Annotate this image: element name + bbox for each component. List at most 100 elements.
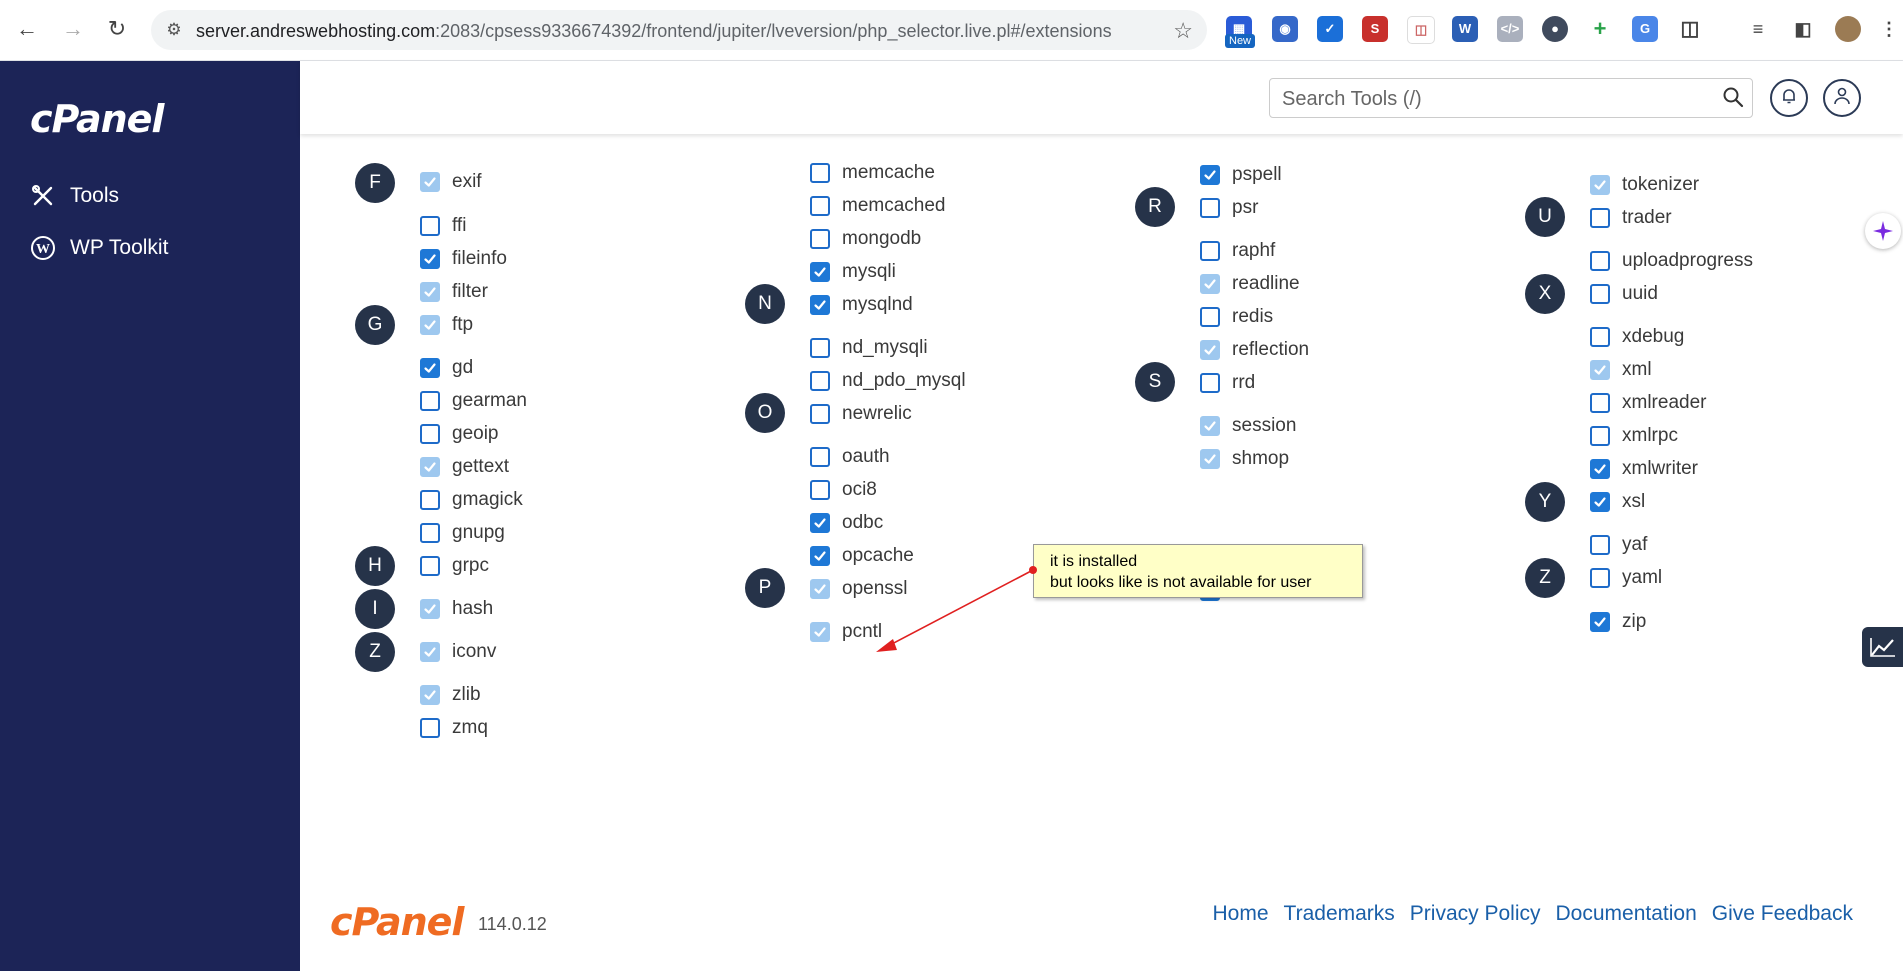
extension-uuid[interactable]: uuid [1590, 281, 1658, 307]
extension-odbc[interactable]: odbc [810, 510, 883, 536]
extension-checkbox[interactable] [1200, 198, 1220, 218]
word-extension-icon[interactable]: W [1452, 16, 1478, 42]
extension-xmlreader[interactable]: xmlreader [1590, 390, 1706, 416]
reload-icon[interactable]: ↻ [102, 14, 132, 44]
extension-gmagick[interactable]: gmagick [420, 487, 523, 513]
forward-icon[interactable]: → [58, 14, 88, 44]
extension-fileinfo[interactable]: fileinfo [420, 246, 507, 272]
extension-psr[interactable]: psr [1200, 195, 1258, 221]
extension-checkbox[interactable] [1200, 373, 1220, 393]
extension-checkbox[interactable] [810, 229, 830, 249]
extension-checkbox[interactable] [420, 249, 440, 269]
profile-avatar[interactable] [1835, 16, 1861, 42]
extension-gnupg[interactable]: gnupg [420, 520, 505, 546]
extension-grpc[interactable]: grpc [420, 553, 489, 579]
extension-nd-mysqli[interactable]: nd_mysqli [810, 335, 928, 361]
footer-link-trademarks[interactable]: Trademarks [1284, 902, 1395, 926]
extension-ffi[interactable]: ffi [420, 213, 466, 239]
extension-checkbox[interactable] [1590, 492, 1610, 512]
search-input[interactable] [1280, 85, 1704, 113]
extension-checkbox[interactable] [1590, 568, 1610, 588]
extension-checkbox[interactable] [1200, 165, 1220, 185]
back-icon[interactable]: ← [12, 14, 42, 44]
extension-checkbox[interactable] [420, 391, 440, 411]
extension-gearman[interactable]: gearman [420, 388, 527, 414]
extension-mysqli[interactable]: mysqli [810, 259, 896, 285]
extension-oauth[interactable]: oauth [810, 444, 890, 470]
extension-checkbox[interactable] [1590, 251, 1610, 271]
extension-trader[interactable]: trader [1590, 205, 1672, 231]
extension-checkbox[interactable] [810, 447, 830, 467]
bookmark-star-icon[interactable]: ☆ [1173, 18, 1193, 44]
url-text[interactable]: server.andreswebhosting.com:2083/cpsess9… [196, 21, 1112, 42]
extension-zip[interactable]: zip [1590, 609, 1646, 635]
extension-checkbox[interactable] [420, 523, 440, 543]
extension-checkbox[interactable] [810, 196, 830, 216]
footer-link-documentation[interactable]: Documentation [1556, 902, 1697, 926]
extension-geoip[interactable]: geoip [420, 421, 499, 447]
plus-extension-icon[interactable]: + [1587, 16, 1613, 42]
extension-uploadprogress[interactable]: uploadprogress [1590, 248, 1753, 274]
extension-xdebug[interactable]: xdebug [1590, 324, 1684, 350]
extension-pspell[interactable]: pspell [1200, 162, 1282, 188]
extension-checkbox[interactable] [1200, 307, 1220, 327]
more-menu-icon[interactable]: ⋮ [1876, 16, 1902, 42]
extension-checkbox[interactable] [1590, 612, 1610, 632]
extension-raphf[interactable]: raphf [1200, 238, 1275, 264]
extension-xmlwriter[interactable]: xmlwriter [1590, 456, 1698, 482]
extension-checkbox[interactable] [1200, 241, 1220, 261]
extension-checkbox[interactable] [420, 358, 440, 378]
address-bar[interactable]: ⚙ server.andreswebhosting.com:2083/cpses… [151, 10, 1207, 50]
extension-redis[interactable]: redis [1200, 304, 1273, 330]
search-tools[interactable] [1269, 78, 1753, 118]
extension-icon[interactable]: ◉ [1272, 16, 1298, 42]
web-extension-icon[interactable]: ● [1542, 16, 1568, 42]
extension-gd[interactable]: gd [420, 355, 473, 381]
extension-yaf[interactable]: yaf [1590, 532, 1647, 558]
ai-assistant-sparkle-icon[interactable] [1865, 213, 1901, 249]
side-panel-icon[interactable]: ◧ [1790, 16, 1816, 42]
extension-xsl[interactable]: xsl [1590, 489, 1645, 515]
extension-checkbox[interactable] [810, 546, 830, 566]
analytics-chart-icon[interactable] [1862, 627, 1903, 667]
extension-memcache[interactable]: memcache [810, 160, 935, 186]
extension-checkbox[interactable] [810, 513, 830, 533]
extension-checkbox[interactable] [420, 424, 440, 444]
todo-check-extension-icon[interactable]: ✓ [1317, 16, 1343, 42]
footer-link-give-feedback[interactable]: Give Feedback [1712, 902, 1853, 926]
extension-memcached[interactable]: memcached [810, 193, 946, 219]
user-menu-button[interactable] [1823, 79, 1861, 117]
footer-link-home[interactable]: Home [1213, 902, 1269, 926]
extension-xmlrpc[interactable]: xmlrpc [1590, 423, 1678, 449]
extension-mysqlnd[interactable]: mysqlnd [810, 292, 913, 318]
code-extension-icon[interactable]: </> [1497, 16, 1523, 42]
extension-opcache[interactable]: opcache [810, 543, 914, 569]
extension-newrelic[interactable]: newrelic [810, 401, 912, 427]
extension-checkbox[interactable] [810, 404, 830, 424]
extension-checkbox[interactable] [1590, 208, 1610, 228]
extension-checkbox[interactable] [810, 371, 830, 391]
extension-checkbox[interactable] [420, 490, 440, 510]
search-icon[interactable] [1722, 86, 1744, 113]
extension-checkbox[interactable] [420, 556, 440, 576]
extension-checkbox[interactable] [810, 338, 830, 358]
extension-checkbox[interactable] [1590, 327, 1610, 347]
extension-checkbox[interactable] [1590, 284, 1610, 304]
sidebar-item-wp-toolkit[interactable]: W WP Toolkit [30, 233, 168, 263]
sidebar-item-tools[interactable]: Tools [30, 181, 119, 211]
puzzle-extensions-icon[interactable]: ◫ [1677, 16, 1703, 42]
extension-oci8[interactable]: oci8 [810, 477, 877, 503]
seo-extension-icon[interactable]: S [1362, 16, 1388, 42]
extension-checkbox[interactable] [1590, 459, 1610, 479]
extension-zmq[interactable]: zmq [420, 715, 488, 741]
extension-mongodb[interactable]: mongodb [810, 226, 921, 252]
extension-checkbox[interactable] [420, 216, 440, 236]
extension-checkbox[interactable] [1590, 535, 1610, 555]
notifications-button[interactable] [1770, 79, 1808, 117]
extension-nd-pdo-mysql[interactable]: nd_pdo_mysql [810, 368, 966, 394]
extension-rrd[interactable]: rrd [1200, 370, 1255, 396]
extension-checkbox[interactable] [810, 262, 830, 282]
site-info-icon[interactable]: ⚙ [163, 19, 185, 41]
extension-checkbox[interactable] [810, 163, 830, 183]
footer-cpanel-logo[interactable]: cPanel [330, 900, 464, 944]
